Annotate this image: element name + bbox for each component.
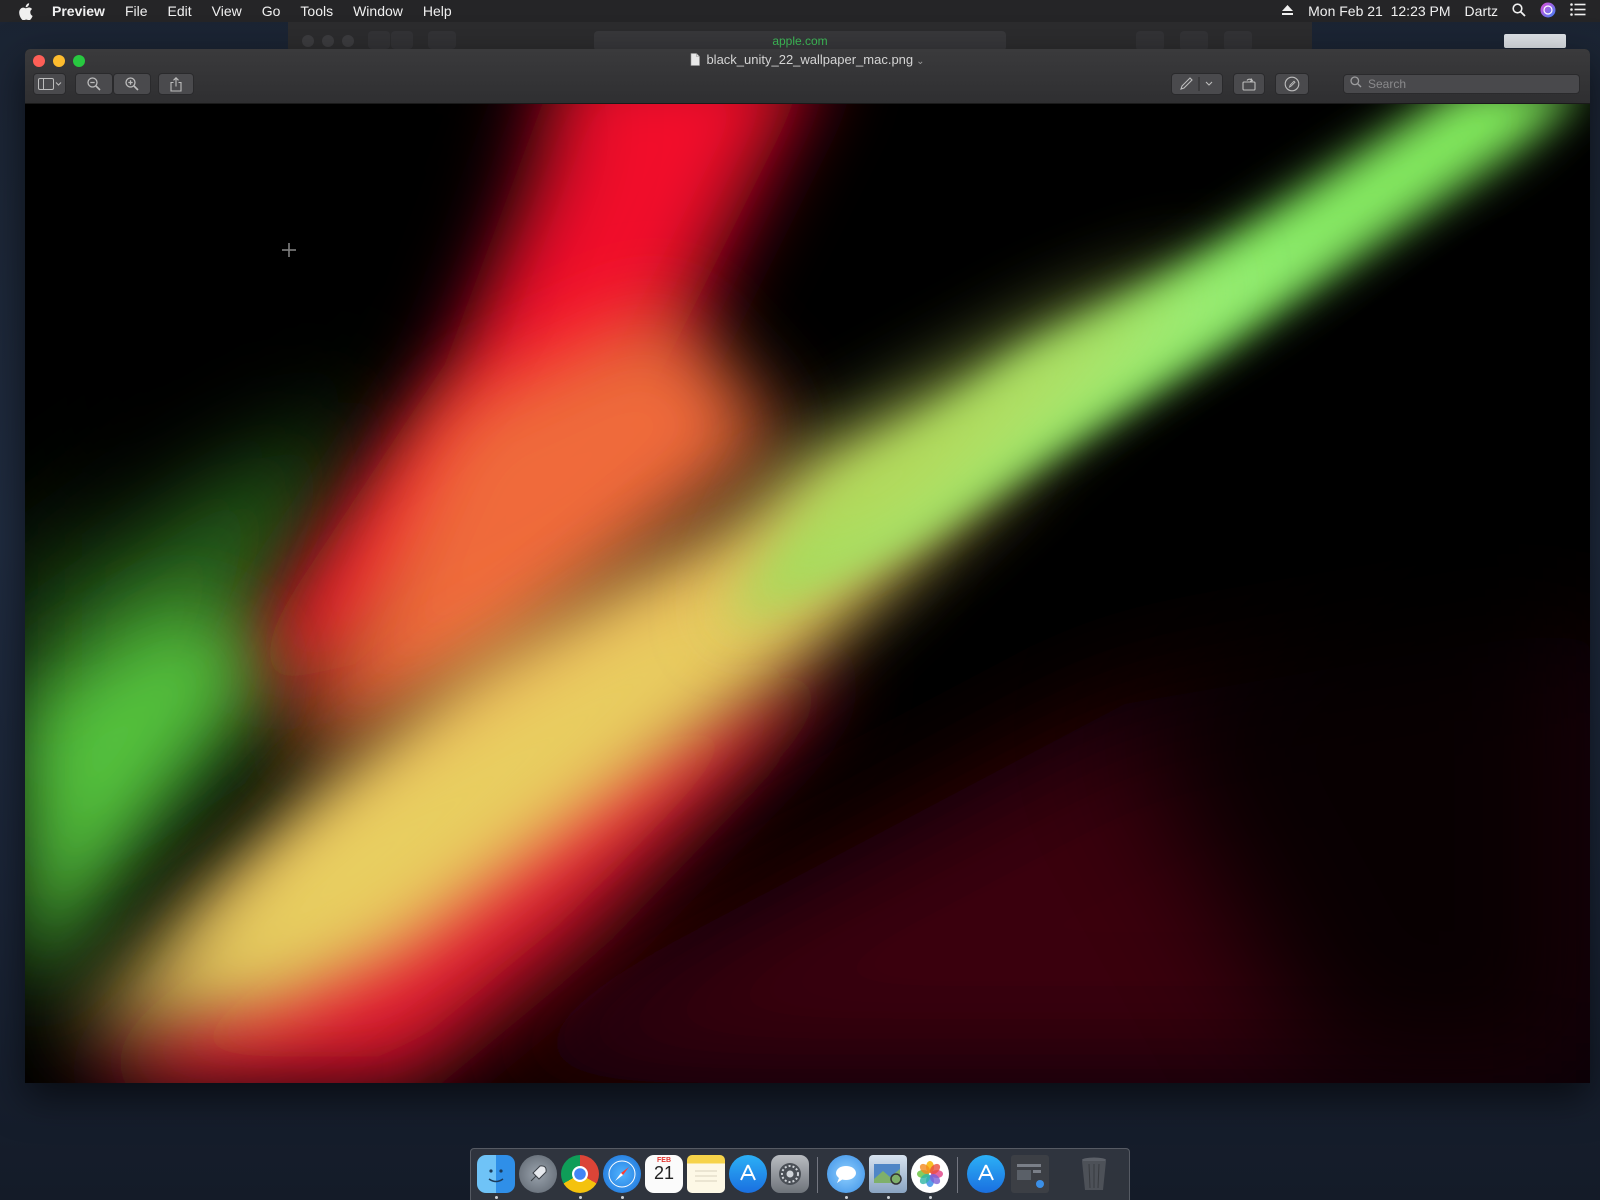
markup-toolbar-icon — [1284, 76, 1300, 92]
dock: FEB 21 — [470, 1148, 1130, 1200]
zoom-out-button[interactable] — [75, 73, 113, 95]
desktop-file-icon[interactable] — [1504, 34, 1566, 48]
document-title[interactable]: black_unity_22_wallpaper_mac.png ⌄ — [25, 52, 1590, 69]
photos-icon[interactable] — [911, 1155, 949, 1193]
chevron-down-icon[interactable]: ⌄ — [916, 56, 924, 67]
wallpaper-image — [25, 104, 1590, 1083]
chrome-icon[interactable] — [561, 1155, 599, 1193]
safari-minimize-button[interactable] — [322, 35, 334, 47]
finder-icon[interactable] — [477, 1155, 515, 1193]
dock-separator — [817, 1157, 818, 1193]
apple-icon[interactable] — [18, 2, 36, 20]
safari-zoom-button[interactable] — [342, 35, 354, 47]
messages-icon[interactable] — [827, 1155, 865, 1193]
menu-bar: Preview File Edit View Go Tools Window H… — [0, 0, 1600, 22]
menu-view[interactable]: View — [212, 0, 242, 22]
menu-edit[interactable]: Edit — [168, 0, 192, 22]
share-button[interactable] — [158, 73, 194, 95]
preview-window: black_unity_22_wallpaper_mac.png ⌄ — [25, 49, 1590, 1083]
photos-running-indicator — [929, 1196, 932, 1199]
safari-downloads-button[interactable] — [1136, 31, 1164, 51]
zoom-in-button[interactable] — [113, 73, 151, 95]
menu-file[interactable]: File — [125, 0, 148, 22]
safari-icon[interactable] — [603, 1155, 641, 1193]
system-preferences-icon[interactable] — [771, 1155, 809, 1193]
search-input[interactable] — [1368, 77, 1568, 91]
menu-help[interactable]: Help — [423, 0, 452, 22]
share-icon — [170, 76, 182, 92]
downloads-stack-icon[interactable] — [967, 1155, 1005, 1193]
markup-toolbar-button[interactable] — [1275, 73, 1309, 95]
safari-forward-button[interactable] — [391, 31, 413, 49]
menu-window[interactable]: Window — [353, 0, 403, 22]
calendar-icon[interactable]: FEB 21 — [645, 1155, 683, 1193]
safari-close-button[interactable] — [302, 35, 314, 47]
markup-pen-icon — [1179, 77, 1215, 91]
search-field[interactable] — [1343, 74, 1580, 94]
notes-icon[interactable] — [687, 1155, 725, 1193]
safari-address-bar[interactable]: apple.com — [594, 31, 1006, 51]
user-name[interactable]: Dartz — [1465, 0, 1498, 22]
finder-running-indicator — [495, 1196, 498, 1199]
sidebar-icon — [37, 78, 62, 90]
safari-window[interactable]: apple.com — [288, 22, 1312, 52]
dock-separator — [957, 1157, 958, 1193]
app-store-icon[interactable] — [729, 1155, 767, 1193]
safari-tabs-button[interactable] — [1224, 31, 1252, 51]
messages-running-indicator — [845, 1196, 848, 1199]
rotate-button[interactable] — [1233, 73, 1265, 95]
preview-titlebar[interactable]: black_unity_22_wallpaper_mac.png ⌄ — [25, 49, 1590, 104]
menu-go[interactable]: Go — [262, 0, 281, 22]
sidebar-button[interactable] — [33, 73, 66, 95]
search-icon — [1350, 75, 1362, 93]
notification-center-icon[interactable] — [1570, 3, 1586, 19]
screenshot-stack-icon[interactable] — [1011, 1155, 1049, 1193]
menu-tools[interactable]: Tools — [300, 0, 333, 22]
zoom-in-icon — [125, 77, 139, 91]
calendar-day: 21 — [653, 1163, 675, 1183]
safari-sidebar-button[interactable] — [428, 31, 456, 49]
preview-app-icon[interactable] — [869, 1155, 907, 1193]
siri-icon[interactable] — [1540, 2, 1556, 21]
chrome-running-indicator — [579, 1196, 582, 1199]
trash-icon[interactable] — [1075, 1155, 1113, 1193]
document-image[interactable] — [25, 104, 1590, 1083]
crosshair-cursor-icon — [282, 243, 296, 262]
safari-running-indicator — [621, 1196, 624, 1199]
safari-back-button[interactable] — [368, 31, 390, 49]
clock[interactable]: Mon Feb 21 12:23 PM — [1308, 0, 1450, 22]
document-filename: black_unity_22_wallpaper_mac.png — [706, 52, 914, 67]
zoom-out-icon — [87, 77, 101, 91]
launchpad-icon[interactable] — [519, 1155, 557, 1193]
safari-share-button[interactable] — [1180, 31, 1208, 51]
spotlight-icon[interactable] — [1512, 2, 1526, 20]
menu-app-preview[interactable]: Preview — [52, 0, 105, 22]
eject-icon[interactable] — [1281, 3, 1294, 19]
menu-bar-status-area: Mon Feb 21 12:23 PM Dartz — [1267, 0, 1600, 22]
rotate-icon — [1242, 77, 1256, 91]
document-icon — [690, 53, 701, 69]
safari-url-text: apple.com — [772, 34, 828, 48]
markup-pen-button[interactable] — [1171, 73, 1223, 95]
preview-running-indicator — [887, 1196, 890, 1199]
